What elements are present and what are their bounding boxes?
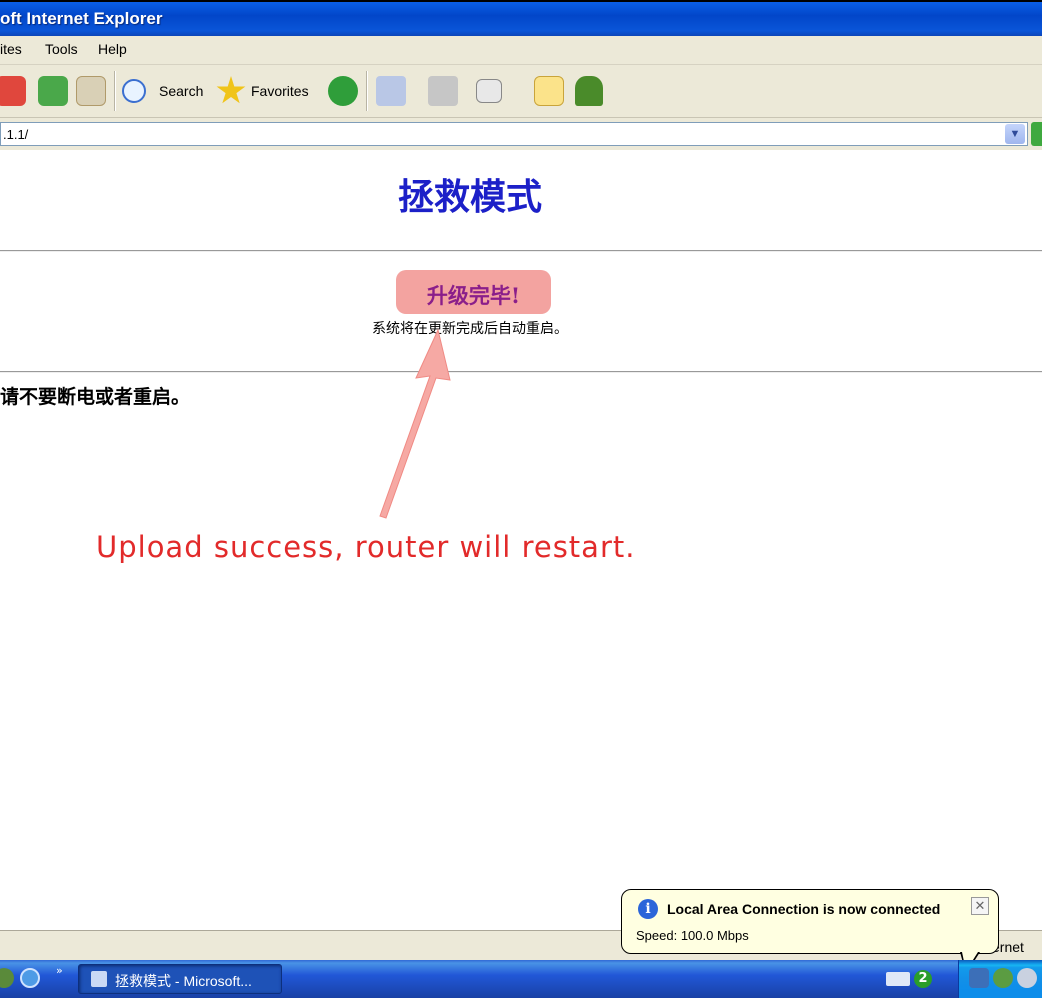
menu-favorites[interactable]: ites: [0, 41, 22, 57]
network-icon: [886, 972, 910, 986]
chevron-right-icon[interactable]: »: [56, 964, 63, 977]
menu-help[interactable]: Help: [98, 41, 127, 57]
address-value: .1.1/: [3, 127, 29, 142]
tray-volume-icon[interactable]: [1017, 968, 1037, 988]
taskbar: » 拯救模式 - Microsoft... 2: [0, 960, 1042, 998]
home-icon[interactable]: [76, 76, 106, 106]
network-count: 2: [914, 970, 932, 988]
balloon-title: Local Area Connection is now connected: [667, 901, 941, 917]
menu-tools[interactable]: Tools: [45, 41, 78, 57]
divider: [0, 371, 1042, 373]
history-icon[interactable]: [328, 76, 358, 106]
annotation-text: Upload success, router will restart.: [96, 530, 636, 564]
taskbar-window-label: 拯救模式 - Microsoft...: [115, 973, 252, 989]
system-tray: [958, 960, 1042, 998]
favorites-button[interactable]: Favorites: [251, 83, 309, 99]
discuss-icon[interactable]: [534, 76, 564, 106]
annotation-arrow: [379, 328, 451, 519]
address-input[interactable]: .1.1/ ▼: [0, 122, 1028, 146]
tray-network-icon[interactable]: [969, 968, 989, 988]
notification-balloon[interactable]: i Local Area Connection is now connected…: [621, 889, 999, 954]
favorites-icon[interactable]: [216, 76, 246, 104]
close-icon[interactable]: ✕: [971, 897, 989, 915]
edit-icon[interactable]: [476, 79, 502, 103]
go-button[interactable]: [1031, 122, 1042, 146]
quicklaunch-icon[interactable]: [0, 968, 14, 988]
window-title: oft Internet Explorer: [0, 9, 163, 28]
stop-icon[interactable]: [0, 76, 26, 106]
mail-icon[interactable]: [376, 76, 406, 106]
chevron-down-icon[interactable]: ▼: [1005, 124, 1025, 144]
tray-update-icon[interactable]: [993, 968, 1013, 988]
network-indicator[interactable]: 2: [884, 966, 934, 992]
info-icon: i: [638, 899, 658, 919]
print-icon[interactable]: [428, 76, 458, 106]
toolbar: Search Favorites: [0, 64, 1042, 118]
ie-page-icon: [91, 971, 107, 987]
menu-bar: ites Tools Help: [0, 36, 1042, 65]
title-bar: oft Internet Explorer: [0, 0, 1042, 36]
taskbar-window-button[interactable]: 拯救模式 - Microsoft...: [78, 964, 282, 994]
refresh-icon[interactable]: [38, 76, 68, 106]
address-bar: .1.1/ ▼: [0, 118, 1042, 150]
search-button[interactable]: Search: [159, 83, 203, 99]
messenger-icon[interactable]: [575, 76, 603, 106]
warning-text: 请不要断电或者重启。: [0, 386, 191, 408]
search-icon[interactable]: [122, 79, 146, 103]
divider: [0, 250, 1042, 252]
status-badge-text: 升级完毕!: [426, 283, 521, 308]
ie-icon[interactable]: [20, 968, 40, 988]
balloon-body: Speed: 100.0 Mbps: [636, 928, 749, 943]
page-title: 拯救模式: [397, 177, 542, 218]
